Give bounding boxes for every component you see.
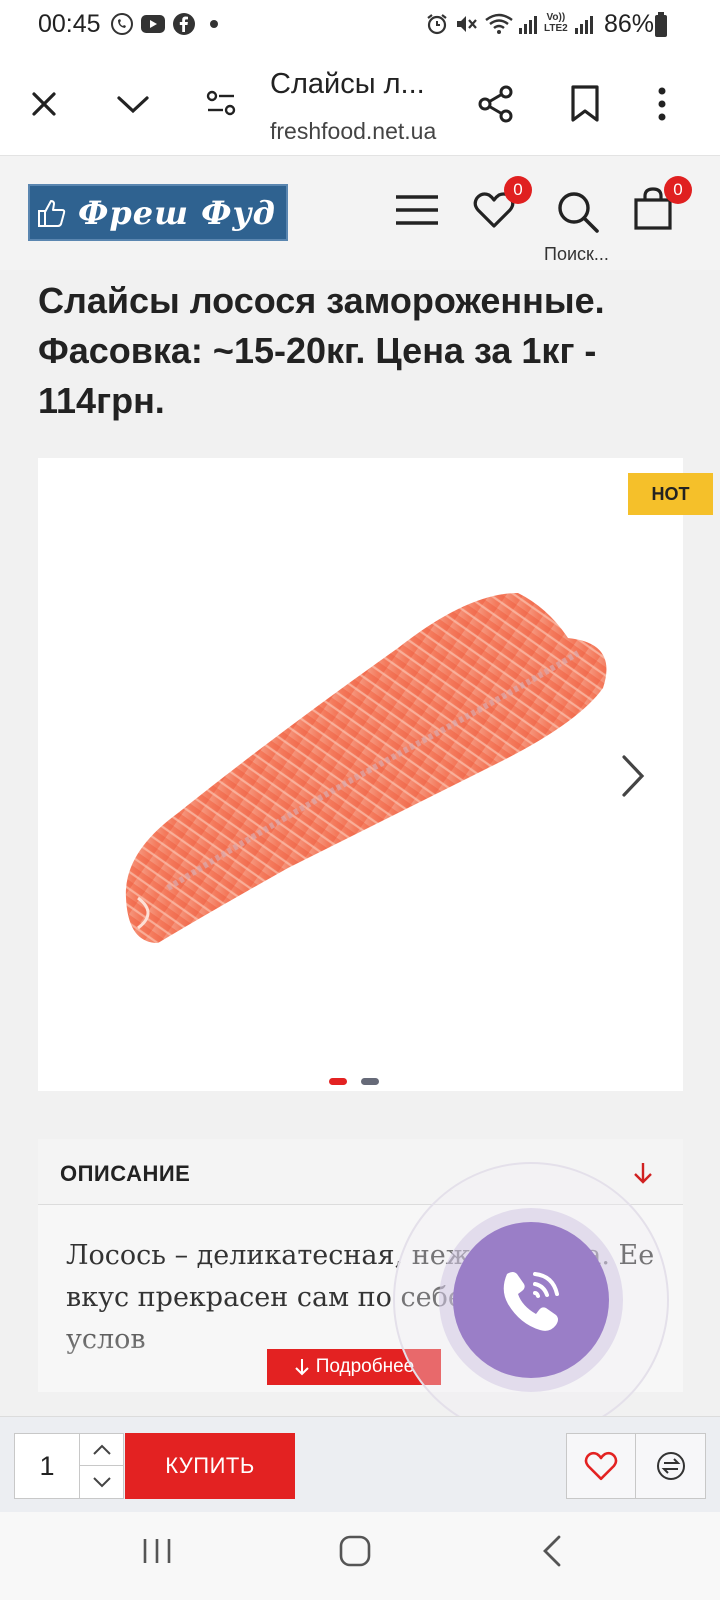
buy-button[interactable]: КУПИТЬ xyxy=(125,1433,295,1499)
main-content: Слайсы лосося замороженные. Фасовка: ~15… xyxy=(0,270,720,1416)
arrow-down-icon[interactable] xyxy=(632,1161,654,1185)
close-icon[interactable] xyxy=(26,86,62,122)
chevron-up-icon xyxy=(91,1443,113,1457)
chevron-right-icon[interactable] xyxy=(618,753,648,799)
search-icon[interactable] xyxy=(556,190,600,234)
quantity-decrease[interactable] xyxy=(79,1466,124,1498)
gallery-dot[interactable] xyxy=(361,1078,379,1085)
signal-icon-2 xyxy=(574,14,596,34)
signal-icon xyxy=(518,14,540,34)
product-title: Слайсы лосося замороженные. Фасовка: ~15… xyxy=(38,280,605,421)
phone-icon xyxy=(491,1260,571,1340)
battery-percent: 86% xyxy=(604,10,655,38)
chevron-down-icon[interactable] xyxy=(114,86,152,122)
status-bar: 00:45 Vo)) LTE2 86% xyxy=(0,0,720,52)
quantity-increase[interactable] xyxy=(79,1434,124,1466)
notification-dot xyxy=(210,20,218,28)
browser-toolbar: Слайсы л... freshfood.net.ua xyxy=(0,52,720,156)
gallery-dot-active[interactable] xyxy=(329,1078,347,1085)
chevron-down-icon xyxy=(91,1475,113,1489)
alarm-icon xyxy=(425,12,449,36)
heart-icon xyxy=(583,1450,619,1482)
page-url[interactable]: freshfood.net.ua xyxy=(270,118,436,145)
compare-button[interactable] xyxy=(636,1433,706,1499)
facebook-icon xyxy=(172,12,196,36)
site-header: Фреш Фуд 0 Поиск... 0 xyxy=(0,156,720,270)
description-heading: ОПИСАНИЕ xyxy=(60,1161,191,1186)
logo-text: Фреш Фуд xyxy=(78,193,276,232)
compare-icon xyxy=(655,1450,687,1482)
buy-bar: 1 КУПИТЬ xyxy=(0,1416,720,1512)
system-nav-bar xyxy=(0,1512,720,1600)
mute-icon xyxy=(454,12,480,36)
home-icon[interactable] xyxy=(338,1534,372,1568)
thumbs-up-icon xyxy=(36,196,70,230)
more-vert-icon[interactable] xyxy=(652,84,672,124)
share-icon[interactable] xyxy=(476,84,516,124)
viber-icon xyxy=(110,12,134,36)
wifi-icon xyxy=(484,12,514,36)
back-icon[interactable] xyxy=(540,1534,564,1568)
page-settings-icon[interactable] xyxy=(204,86,238,120)
search-label[interactable]: Поиск... xyxy=(544,244,609,265)
page-title[interactable]: Слайсы л... xyxy=(270,68,450,101)
arrow-down-icon xyxy=(294,1358,310,1376)
status-time: 00:45 xyxy=(38,10,101,38)
wishlist-count-badge: 0 xyxy=(504,176,532,204)
bookmark-icon[interactable] xyxy=(568,84,602,124)
cart-count-badge: 0 xyxy=(664,176,692,204)
volte-icon: Vo)) LTE2 xyxy=(544,12,568,34)
hot-badge: HOT xyxy=(628,473,713,515)
product-gallery[interactable]: HOT xyxy=(38,458,713,1091)
menu-icon[interactable] xyxy=(394,192,440,228)
quantity-stepper[interactable]: 1 xyxy=(14,1433,124,1499)
site-logo[interactable]: Фреш Фуд xyxy=(28,184,288,241)
recents-icon[interactable] xyxy=(140,1536,174,1566)
salmon-fillet-image xyxy=(98,568,618,968)
add-to-wishlist-button[interactable] xyxy=(566,1433,636,1499)
battery-icon xyxy=(654,12,668,38)
viber-call-button[interactable] xyxy=(453,1222,609,1378)
quantity-value[interactable]: 1 xyxy=(15,1434,79,1498)
youtube-icon xyxy=(140,13,166,35)
read-more-label: Подробнее xyxy=(315,1356,415,1377)
